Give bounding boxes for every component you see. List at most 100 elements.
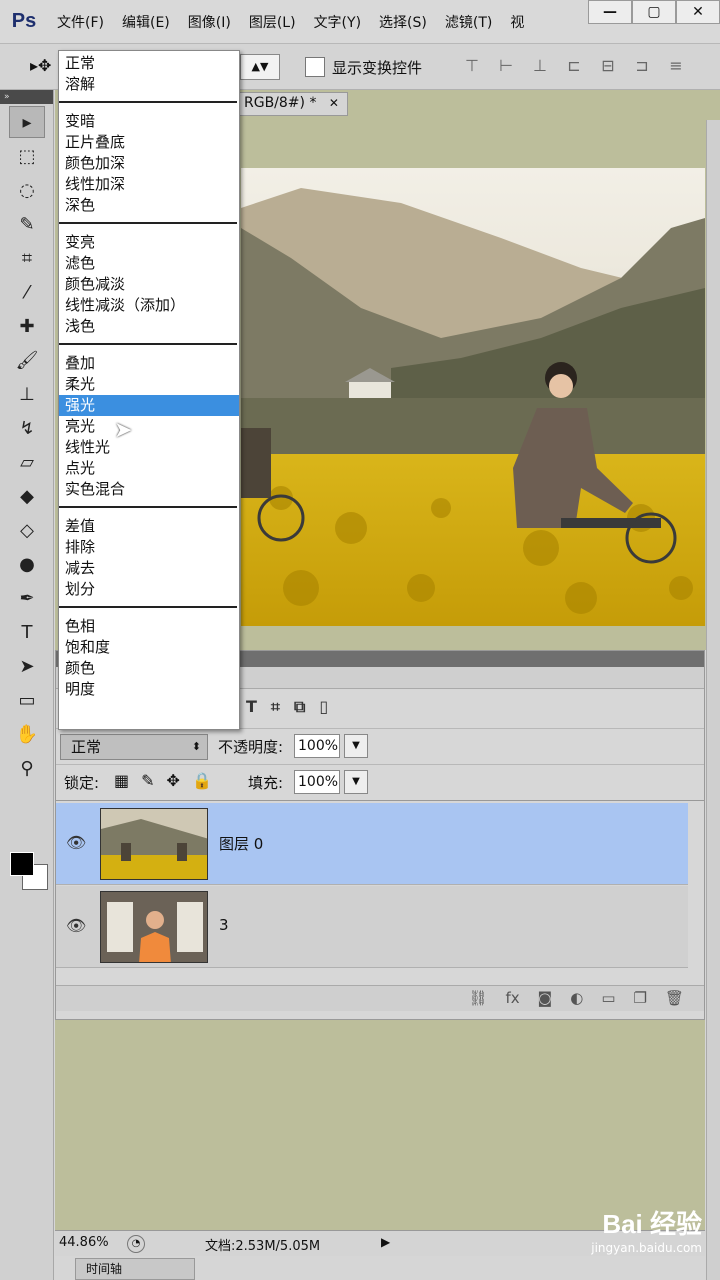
quick-select-tool-icon[interactable]: ✎ (9, 208, 45, 240)
document-tab-close-icon[interactable]: ✕ (329, 96, 339, 110)
layer-row-3[interactable]: 👁 3 (56, 886, 688, 968)
menu-image[interactable]: 图像(I) (179, 12, 240, 32)
path-select-tool-icon[interactable]: ➤ (9, 650, 45, 682)
blend-option-screen[interactable]: 滤色 (59, 253, 239, 274)
visibility-eye-icon[interactable]: 👁 (66, 833, 86, 852)
blend-option-pin-light[interactable]: 点光 (59, 458, 239, 479)
add-mask-icon[interactable]: ◙ (538, 989, 553, 1007)
foreground-color-swatch[interactable] (10, 852, 34, 876)
delete-layer-icon[interactable]: 🗑 (665, 989, 684, 1007)
lock-transparent-icon[interactable]: ▦ (114, 771, 129, 790)
lasso-tool-icon[interactable]: ◌ (9, 174, 45, 206)
link-layers-icon[interactable]: ⛓ (468, 989, 487, 1007)
eraser-tool-icon[interactable]: ▱ (9, 446, 45, 478)
move-tool-preset-icon[interactable]: ▸✥ (30, 56, 51, 75)
blend-option-luminosity[interactable]: 明度 (59, 679, 239, 700)
blend-option-multiply[interactable]: 正片叠底 (59, 132, 239, 153)
layer-name[interactable]: 3 (219, 916, 229, 934)
fill-input[interactable]: 100% (294, 770, 340, 794)
show-transform-checkbox[interactable] (305, 57, 325, 77)
new-layer-icon[interactable]: ❐ (634, 989, 647, 1007)
blend-option-hue[interactable]: 色相 (59, 616, 239, 637)
blend-mode-select[interactable]: 正常 ⬍ (60, 734, 208, 760)
filter-type-icon[interactable]: T (246, 697, 257, 717)
blend-option-soft-light[interactable]: 柔光 (59, 374, 239, 395)
blend-option-darker-color[interactable]: 深色 (59, 195, 239, 216)
pen-tool-icon[interactable]: ✒ (9, 582, 45, 614)
blend-option-hard-light[interactable]: 强光 (59, 395, 239, 416)
lock-paint-icon[interactable]: ✎ (141, 771, 154, 790)
paint-bucket-tool-icon[interactable]: ◆ (9, 480, 45, 512)
filter-shape-icon[interactable]: ⌗ (271, 697, 280, 717)
timeline-tab[interactable]: 时间轴 (75, 1258, 195, 1280)
blend-option-linear-dodge[interactable]: 线性减淡（添加） (59, 295, 239, 316)
blend-option-linear-light[interactable]: 线性光 (59, 437, 239, 458)
menu-type[interactable]: 文字(Y) (305, 12, 370, 32)
add-style-icon[interactable]: fx (505, 989, 519, 1007)
menu-file[interactable]: 文件(F) (48, 12, 113, 32)
fill-dropdown-icon[interactable]: ▼ (344, 770, 368, 794)
blend-option-subtract[interactable]: 减去 (59, 558, 239, 579)
align-right-icon[interactable]: ⊐ (630, 54, 654, 78)
opacity-dropdown-icon[interactable]: ▼ (344, 734, 368, 758)
restore-button[interactable]: ▢ (632, 0, 676, 24)
menu-layer[interactable]: 图层(L) (240, 12, 305, 32)
lock-position-icon[interactable]: ✥ (167, 771, 180, 790)
filter-toggle-icon[interactable]: ▯ (319, 697, 328, 717)
menu-view[interactable]: 视 (501, 12, 533, 32)
move-tool-icon[interactable]: ▸ (9, 106, 45, 138)
clone-stamp-tool-icon[interactable]: ⊥ (9, 378, 45, 410)
minimize-button[interactable]: — (588, 0, 632, 24)
vertical-scrollbar[interactable] (706, 120, 720, 1280)
blend-option-overlay[interactable]: 叠加 (59, 353, 239, 374)
zoom-tool-icon[interactable]: ⚲ (9, 752, 45, 784)
adjustment-layer-icon[interactable]: ◐ (570, 989, 583, 1007)
marquee-tool-icon[interactable]: ⬚ (9, 140, 45, 172)
status-info-icon[interactable]: ◔ (127, 1235, 145, 1253)
blend-option-saturation[interactable]: 饱和度 (59, 637, 239, 658)
align-bottom-icon[interactable]: ⊥ (528, 54, 552, 78)
filter-smart-object-icon[interactable]: ⧉ (294, 697, 305, 717)
blend-option-divide[interactable]: 划分 (59, 579, 239, 600)
blend-option-lighter-color[interactable]: 浅色 (59, 316, 239, 337)
zoom-level[interactable]: 44.86% (59, 1235, 109, 1250)
brush-tool-icon[interactable]: 🖌 (9, 344, 45, 376)
blend-option-darken[interactable]: 变暗 (59, 111, 239, 132)
blend-option-dissolve[interactable]: 溶解 (59, 74, 239, 95)
type-tool-icon[interactable]: T (9, 616, 45, 648)
document-canvas-image[interactable] (241, 168, 705, 626)
layer-row-layer0[interactable]: 👁 图层 0 (56, 803, 688, 885)
menu-filter[interactable]: 滤镜(T) (436, 12, 501, 32)
align-vcenter-icon[interactable]: ⊢ (494, 54, 518, 78)
menu-edit[interactable]: 编辑(E) (113, 12, 179, 32)
eyedropper-tool-icon[interactable]: ⁄ (9, 276, 45, 308)
blend-option-lighten[interactable]: 变亮 (59, 232, 239, 253)
tools-panel-header[interactable]: » (0, 90, 53, 104)
document-tab[interactable]: RGB/8#) * ✕ (235, 92, 348, 116)
blend-option-color-dodge[interactable]: 颜色减淡 (59, 274, 239, 295)
healing-brush-tool-icon[interactable]: ✚ (9, 310, 45, 342)
history-brush-tool-icon[interactable]: ↯ (9, 412, 45, 444)
blend-option-difference[interactable]: 差值 (59, 516, 239, 537)
align-top-icon[interactable]: ⊤ (460, 54, 484, 78)
menu-select[interactable]: 选择(S) (370, 12, 436, 32)
hand-tool-icon[interactable]: ✋ (9, 718, 45, 750)
auto-select-dropdown[interactable]: ▲▼ (240, 54, 280, 80)
opacity-input[interactable]: 100% (294, 734, 340, 758)
close-button[interactable]: ✕ (676, 0, 720, 24)
align-left-icon[interactable]: ⊏ (562, 54, 586, 78)
crop-tool-icon[interactable]: ⌗ (9, 242, 45, 274)
new-group-icon[interactable]: ▭ (601, 989, 615, 1007)
layer-name[interactable]: 图层 0 (219, 833, 263, 854)
lock-all-icon[interactable]: 🔒 (192, 771, 212, 790)
blend-option-color[interactable]: 颜色 (59, 658, 239, 679)
distribute-icon[interactable]: ≡ (664, 54, 688, 78)
blend-option-hard-mix[interactable]: 实色混合 (59, 479, 239, 500)
blur-tool-icon[interactable]: ◇ (9, 514, 45, 546)
status-menu-arrow-icon[interactable]: ▶ (381, 1235, 390, 1249)
blend-option-linear-burn[interactable]: 线性加深 (59, 174, 239, 195)
blend-option-vivid-light[interactable]: 亮光 (59, 416, 239, 437)
blend-option-normal[interactable]: 正常 (59, 53, 239, 74)
dodge-tool-icon[interactable]: ● (9, 548, 45, 580)
blend-option-color-burn[interactable]: 颜色加深 (59, 153, 239, 174)
